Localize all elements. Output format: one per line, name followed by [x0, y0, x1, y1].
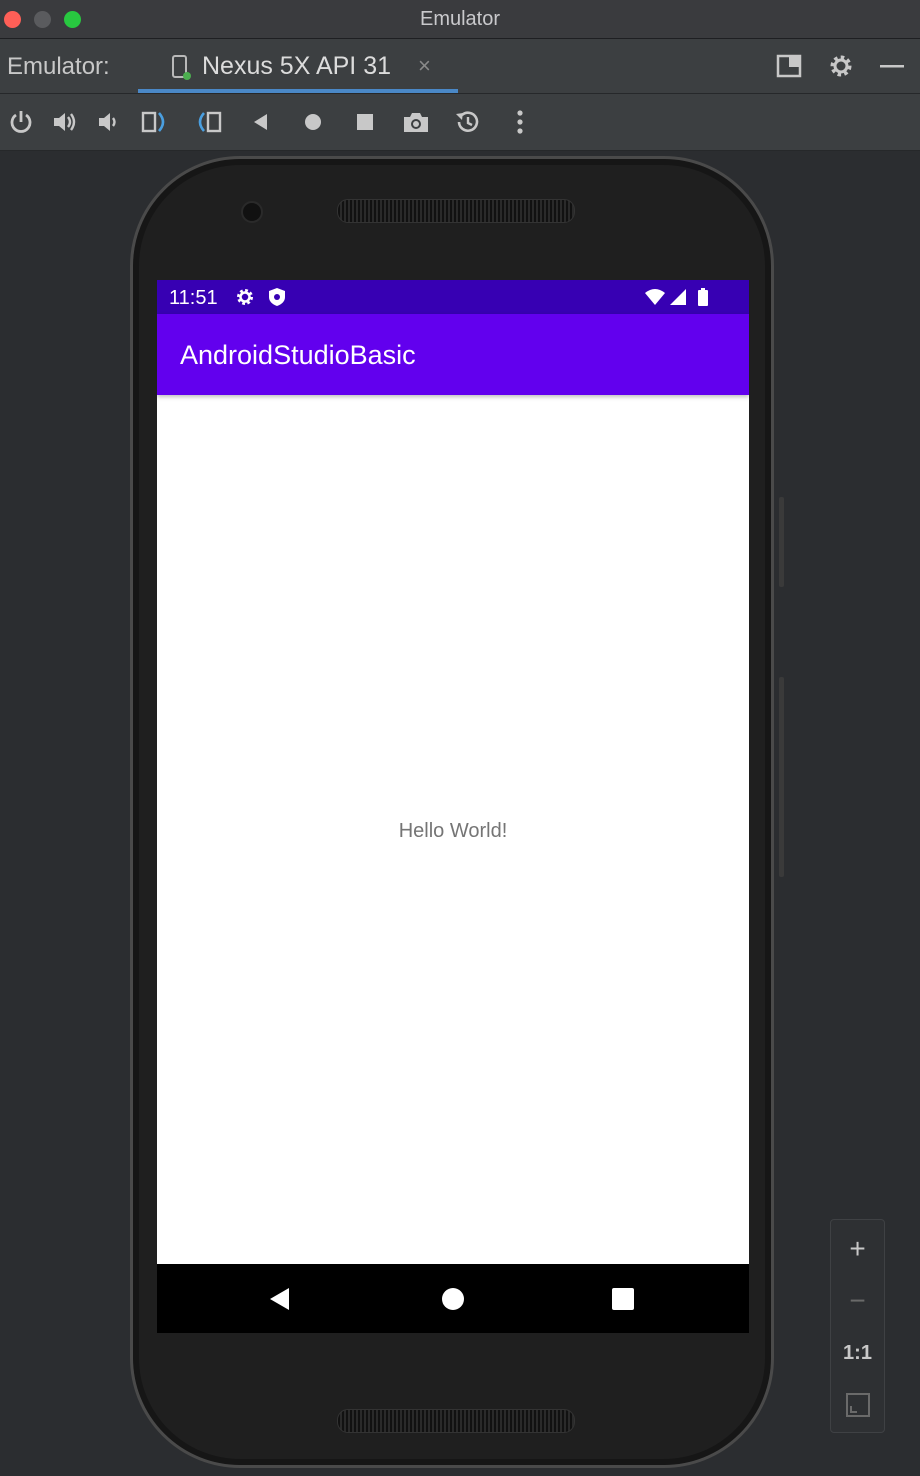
status-bar: 11:51 [157, 280, 749, 314]
status-time: 11:51 [169, 287, 218, 309]
power-side-button [779, 497, 784, 587]
device-icon [172, 55, 191, 80]
zoom-controls: + − 1:1 [830, 1219, 885, 1433]
top-speaker [337, 199, 575, 223]
zoom-in-button[interactable]: + [831, 1229, 884, 1269]
rotate-left-icon[interactable] [141, 108, 169, 136]
front-camera [241, 201, 263, 223]
tool-window-label: Emulator: [7, 53, 110, 80]
fit-screen-icon[interactable] [845, 1392, 871, 1418]
more-options-icon[interactable] [506, 108, 534, 136]
window-title-bar: Emulator [0, 0, 920, 39]
volume-up-icon[interactable] [51, 108, 79, 136]
tab-nexus-5x-api-31[interactable]: Nexus 5X API 31 × [138, 39, 458, 93]
home-icon[interactable] [299, 108, 327, 136]
screenshot-icon[interactable] [402, 108, 430, 136]
navigation-bar [157, 1264, 749, 1333]
nav-overview-icon[interactable] [610, 1286, 636, 1312]
back-icon[interactable] [247, 108, 275, 136]
volume-side-button [779, 677, 784, 877]
window-title: Emulator [419, 8, 501, 30]
nav-back-icon[interactable] [267, 1286, 293, 1312]
tab-close-icon[interactable]: × [418, 53, 431, 79]
tab-label: Nexus 5X API 31 [202, 52, 392, 80]
battery-icon [698, 288, 708, 306]
layout-icon[interactable] [776, 53, 802, 79]
minimize-icon[interactable] [879, 53, 905, 79]
snapshot-icon[interactable] [454, 108, 482, 136]
shield-icon [269, 288, 285, 306]
settings-notification-icon [237, 289, 253, 305]
volume-down-icon[interactable] [95, 108, 123, 136]
tool-window-header: Emulator: Nexus 5X API 31 × [0, 39, 920, 94]
hello-world-text: Hello World! [398, 820, 508, 842]
gear-icon[interactable] [828, 53, 854, 79]
wifi-icon [645, 289, 665, 305]
nav-home-icon[interactable] [440, 1286, 466, 1312]
actual-size-button[interactable]: 1:1 [831, 1333, 884, 1373]
overview-icon[interactable] [351, 108, 379, 136]
power-icon[interactable] [7, 108, 35, 136]
rotate-right-icon[interactable] [194, 108, 222, 136]
cellular-signal-icon [670, 289, 686, 305]
zoom-out-button[interactable]: − [831, 1281, 884, 1321]
app-title: AndroidStudioBasic [180, 340, 416, 370]
device-screen[interactable]: 11:51 AndroidStudioBasic Hello World! [157, 280, 749, 1333]
emulator-toolbar [0, 94, 920, 151]
app-bar: AndroidStudioBasic [157, 314, 749, 395]
bottom-speaker [337, 1409, 575, 1433]
